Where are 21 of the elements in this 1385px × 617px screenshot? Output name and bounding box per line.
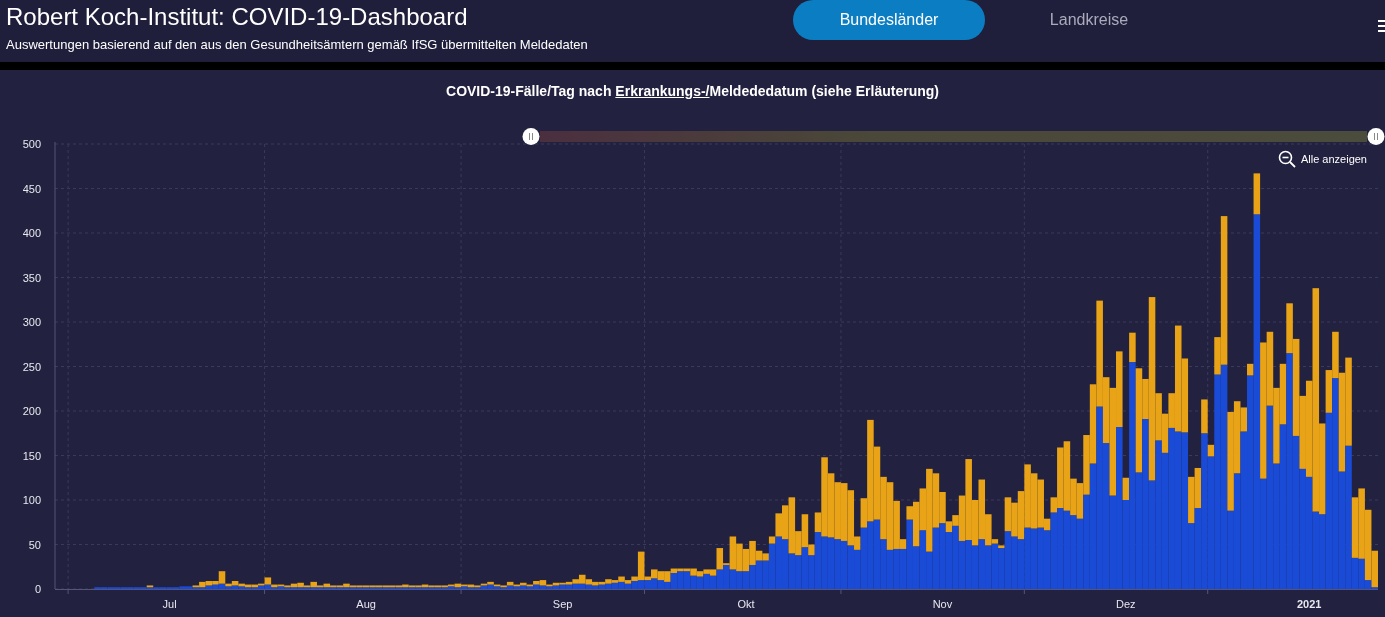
y-axis-label: 350 [22, 271, 41, 284]
y-axis-label: 50 [28, 538, 41, 551]
dashboard-subtitle: Auswertungen basierend auf den aus den Gesundheitsämtern gemäß IfSG übermittelten Meldedaten [6, 36, 589, 54]
x-axis-label: 2021 [1297, 598, 1322, 610]
x-axis-label: Nov [932, 598, 953, 610]
x-axis-label: Sep [552, 598, 573, 610]
y-axis-label: 150 [22, 449, 41, 462]
y-axis-label: 500 [22, 138, 41, 150]
y-axis-label: 300 [22, 316, 41, 328]
y-axis-label: 200 [22, 405, 41, 417]
y-axis-label: 400 [22, 227, 41, 239]
x-axis-label: Okt [737, 598, 755, 610]
y-axis-label: 250 [22, 360, 41, 373]
x-axis-label: Dez [1116, 598, 1136, 610]
y-axis-label: 0 [34, 583, 41, 595]
y-axis-label: 100 [22, 494, 41, 506]
y-axis-label: 450 [22, 182, 41, 195]
chart-title: COVID-19-Fälle/Tag nach Erkrankungs-/Meldededatum (siehe Erläuterung) [445, 82, 940, 101]
x-axis-label: Aug [356, 598, 376, 610]
x-axis-label: Jul [162, 598, 177, 610]
dashboard-title: Robert Koch-Institut: COVID-19-Dashboard [6, 3, 469, 31]
